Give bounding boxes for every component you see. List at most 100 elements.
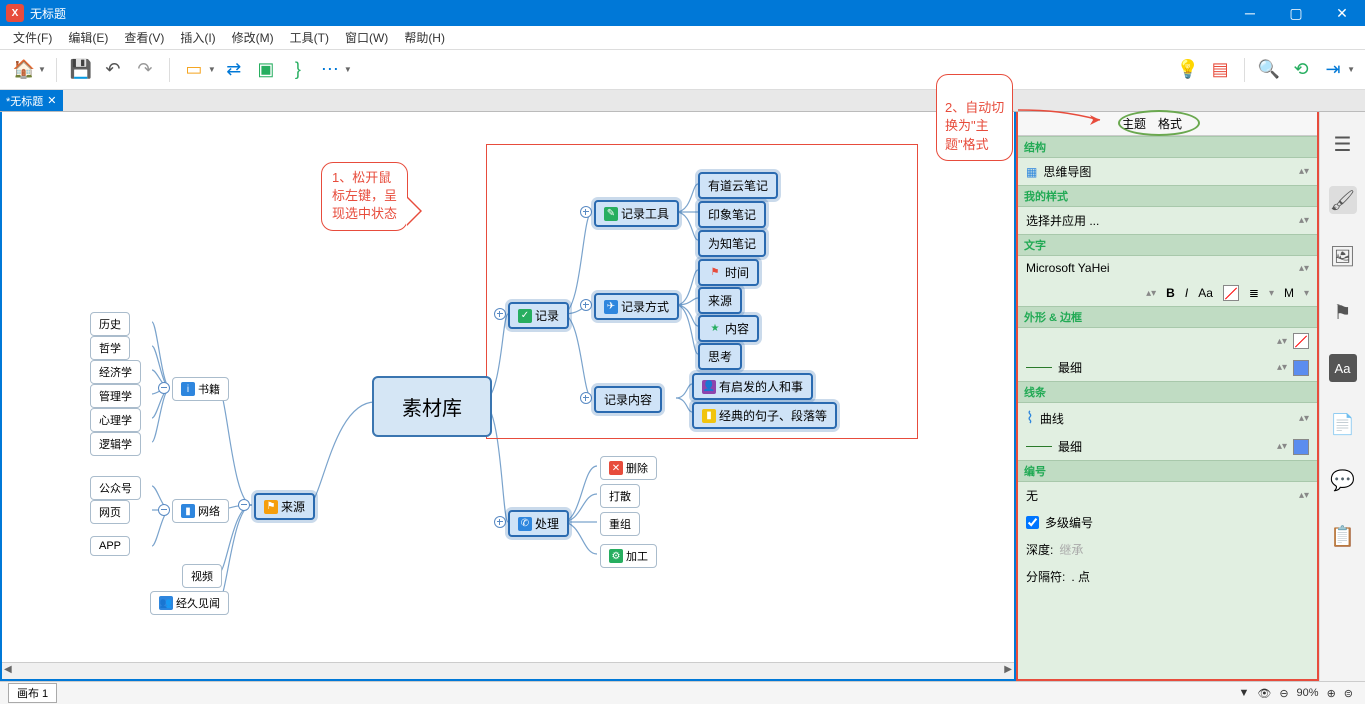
node-logic[interactable]: 逻辑学: [90, 432, 141, 456]
font-selector[interactable]: Microsoft YaHei▴▾: [1018, 256, 1317, 280]
minimize-button[interactable]: ─: [1227, 0, 1273, 26]
node-classic[interactable]: ▮经典的句子、段落等: [692, 402, 837, 429]
boundary-icon[interactable]: ▣: [252, 56, 280, 84]
label-icon[interactable]: Aa: [1329, 354, 1357, 382]
node-books[interactable]: i书籍: [172, 377, 229, 401]
comments-icon[interactable]: 💬: [1329, 466, 1357, 494]
node-philosophy[interactable]: 哲学: [90, 336, 130, 360]
horizontal-scrollbar[interactable]: [2, 662, 1014, 679]
node-app[interactable]: APP: [90, 536, 130, 556]
node-regroup[interactable]: 重组: [600, 512, 640, 536]
node-content[interactable]: ★内容: [698, 315, 759, 342]
node-management[interactable]: 管理学: [90, 384, 141, 408]
border-thin-row[interactable]: 最细▴▾: [1018, 354, 1317, 381]
marker-icon[interactable]: ⚑: [1329, 298, 1357, 326]
node-inspire[interactable]: 👤有启发的人和事: [692, 373, 813, 400]
panel-tab-format[interactable]: 格式: [1158, 115, 1182, 132]
more-icon[interactable]: ⋯: [316, 56, 344, 84]
case-button[interactable]: Aa: [1198, 286, 1213, 300]
node-root[interactable]: 素材库: [372, 376, 492, 437]
number-none-row[interactable]: 无▴▾: [1018, 482, 1317, 509]
node-record[interactable]: ✓记录: [508, 302, 569, 329]
node-think[interactable]: 思考: [698, 343, 742, 370]
node-process[interactable]: ✆处理: [508, 510, 569, 537]
node-record-way[interactable]: ✈记录方式: [594, 293, 679, 320]
manual-button[interactable]: M: [1284, 286, 1294, 300]
home-icon[interactable]: 🏠: [10, 56, 38, 84]
line-thin-row[interactable]: 最细▴▾: [1018, 433, 1317, 460]
fill-swatch[interactable]: [1293, 333, 1309, 349]
zoom-out-button[interactable]: ⊖: [1279, 687, 1288, 700]
node-machining[interactable]: ⚙加工: [600, 544, 657, 568]
number-multi-row[interactable]: 多级编号: [1018, 509, 1317, 536]
menu-tools[interactable]: 工具(T): [282, 27, 337, 48]
filter-icon[interactable]: ▼: [1238, 687, 1249, 699]
node-source2[interactable]: 来源: [698, 287, 742, 314]
node-scatter[interactable]: 打散: [600, 484, 640, 508]
fit-button[interactable]: ⊜: [1344, 687, 1353, 700]
node-economics[interactable]: 经济学: [90, 360, 141, 384]
shape-row[interactable]: ▴▾: [1018, 328, 1317, 354]
relation-icon[interactable]: ⇄: [220, 56, 248, 84]
redo-icon[interactable]: ↷: [131, 56, 159, 84]
outline-icon[interactable]: ☰: [1329, 130, 1357, 158]
topic-dropdown[interactable]: ▼: [208, 65, 216, 74]
save-icon[interactable]: 💾: [67, 56, 95, 84]
collapse-dot[interactable]: [158, 504, 170, 516]
collapse-dot[interactable]: [158, 382, 170, 394]
menu-edit[interactable]: 编辑(E): [60, 27, 116, 48]
collapse-dot[interactable]: [238, 499, 250, 511]
node-web[interactable]: 网页: [90, 500, 130, 524]
document-tab[interactable]: *无标题 ✕: [0, 90, 63, 111]
font-color-swatch[interactable]: [1223, 285, 1239, 301]
more-dropdown[interactable]: ▼: [344, 65, 352, 74]
number-sep-row[interactable]: 分隔符:. 点: [1018, 563, 1317, 590]
collapse-dot[interactable]: [580, 299, 592, 311]
collapse-dot[interactable]: [494, 516, 506, 528]
border-color-swatch[interactable]: [1293, 360, 1309, 376]
italic-button[interactable]: I: [1185, 286, 1188, 300]
node-gzh[interactable]: 公众号: [90, 476, 141, 500]
gantt-icon[interactable]: ▤: [1206, 56, 1234, 84]
search-icon[interactable]: 🔍: [1255, 56, 1283, 84]
home-dropdown[interactable]: ▼: [38, 65, 46, 74]
node-yinxiang[interactable]: 印象笔记: [698, 201, 766, 228]
share-icon[interactable]: ⟲: [1287, 56, 1315, 84]
menu-file[interactable]: 文件(F): [5, 27, 60, 48]
node-record-content[interactable]: 记录内容: [594, 386, 662, 413]
node-source[interactable]: ⚑来源: [254, 493, 315, 520]
export-icon[interactable]: ⇥: [1319, 56, 1347, 84]
node-delete[interactable]: ✕删除: [600, 456, 657, 480]
undo-icon[interactable]: ↶: [99, 56, 127, 84]
menu-help[interactable]: 帮助(H): [396, 27, 453, 48]
mindmap-canvas[interactable]: 1、松开鼠 标左键，呈 现选中状态 素材库 ⚑来源 i书籍 历史 哲学 经济学 …: [2, 112, 1014, 662]
node-video[interactable]: 视频: [182, 564, 222, 588]
align-button[interactable]: ≣: [1249, 286, 1259, 300]
image-icon[interactable]: 🖼: [1329, 242, 1357, 270]
node-time[interactable]: ⚑时间: [698, 259, 759, 286]
task-icon[interactable]: 📋: [1329, 522, 1357, 550]
line-color-swatch[interactable]: [1293, 439, 1309, 455]
node-youdao[interactable]: 有道云笔记: [698, 172, 778, 199]
zoom-in-button[interactable]: ⊕: [1327, 687, 1336, 700]
multi-checkbox[interactable]: [1026, 516, 1039, 529]
size-spinner[interactable]: ▴▾: [1146, 288, 1156, 299]
node-record-tool[interactable]: ✎记录工具: [594, 200, 679, 227]
menu-modify[interactable]: 修改(M): [224, 27, 282, 48]
maximize-button[interactable]: ▢: [1273, 0, 1319, 26]
close-button[interactable]: ✕: [1319, 0, 1365, 26]
eye-icon[interactable]: 👁: [1257, 687, 1271, 700]
menu-view[interactable]: 查看(V): [116, 27, 172, 48]
tab-close-icon[interactable]: ✕: [47, 94, 56, 107]
bold-button[interactable]: B: [1166, 286, 1175, 300]
node-weizhi[interactable]: 为知笔记: [698, 230, 766, 257]
node-history[interactable]: 历史: [90, 312, 130, 336]
notes-icon[interactable]: 📄: [1329, 410, 1357, 438]
node-psychology[interactable]: 心理学: [90, 408, 141, 432]
sheet-tab[interactable]: 画布 1: [8, 683, 57, 703]
line-curve-row[interactable]: ⌇曲线▴▾: [1018, 403, 1317, 433]
node-network[interactable]: ▮网络: [172, 499, 229, 523]
style-selector[interactable]: 选择并应用 ...▴▾: [1018, 207, 1317, 234]
bulb-icon[interactable]: 💡: [1174, 56, 1202, 84]
menu-insert[interactable]: 插入(I): [172, 27, 223, 48]
